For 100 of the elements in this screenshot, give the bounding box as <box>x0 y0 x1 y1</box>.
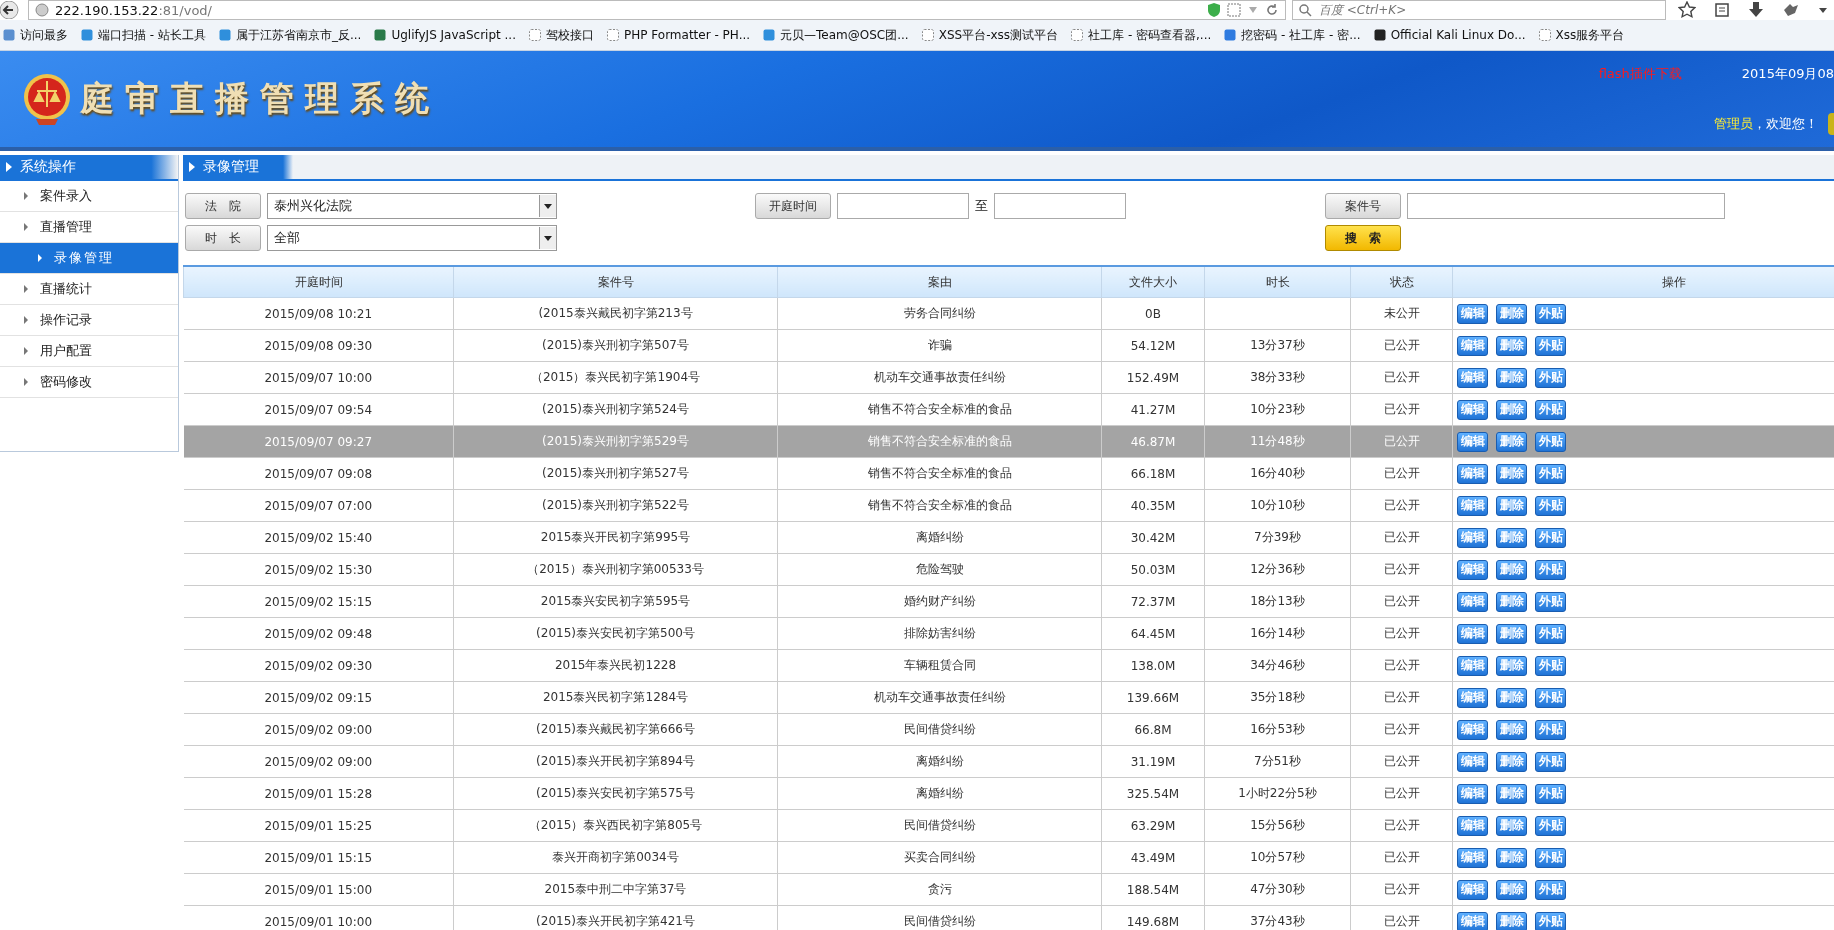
delete-button[interactable]: 删除 <box>1496 815 1527 836</box>
embed-button[interactable]: 外贴 <box>1535 303 1566 324</box>
edit-button[interactable]: 编辑 <box>1457 623 1488 644</box>
edit-button[interactable]: 编辑 <box>1457 463 1488 484</box>
bookmark-link[interactable]: UglifyJS JavaScript ... <box>373 28 516 42</box>
edit-button[interactable]: 编辑 <box>1457 559 1488 580</box>
bookmark-link[interactable]: Xss服务平台 <box>1537 26 1625 44</box>
edit-button[interactable]: 编辑 <box>1457 687 1488 708</box>
edit-button[interactable]: 编辑 <box>1457 431 1488 452</box>
column-header[interactable]: 文件大小 <box>1101 266 1205 298</box>
bookmark-link[interactable]: 端口扫描 - 站长工具 <box>80 26 206 44</box>
edit-button[interactable]: 编辑 <box>1457 911 1488 930</box>
bookmark-link[interactable]: 挖密码 - 社工库 - 密... <box>1223 26 1361 44</box>
edit-button[interactable]: 编辑 <box>1457 847 1488 868</box>
court-label-button[interactable]: 法 院 <box>185 193 261 219</box>
edit-button[interactable]: 编辑 <box>1457 879 1488 900</box>
bookmark-link[interactable]: XSS平台-xss测试平台 <box>920 26 1059 44</box>
delete-button[interactable]: 删除 <box>1496 431 1527 452</box>
bookmark-link[interactable]: 元贝—Team@OSC团... <box>762 26 909 44</box>
end-date-field[interactable] <box>994 193 1126 219</box>
edit-button[interactable]: 编辑 <box>1457 751 1488 772</box>
duration-label-button[interactable]: 时 长 <box>185 225 261 251</box>
delete-button[interactable]: 删除 <box>1496 655 1527 676</box>
back-icon[interactable] <box>0 1 22 19</box>
embed-button[interactable]: 外贴 <box>1535 655 1566 676</box>
reading-list-icon[interactable] <box>1714 2 1730 18</box>
reload-icon[interactable] <box>1265 3 1279 17</box>
table-row[interactable]: 2015/09/01 15:28 (2015)泰兴安民初字第575号 离婚纠纷 325.54M 1小时22分5秒 已公开 编辑 删除 外贴 <box>183 777 1834 810</box>
sidebar-item[interactable]: 案件录入 <box>0 181 178 212</box>
delete-button[interactable]: 删除 <box>1496 303 1527 324</box>
embed-button[interactable]: 外贴 <box>1535 463 1566 484</box>
star-icon[interactable] <box>1678 1 1696 19</box>
shield-icon[interactable] <box>1207 2 1221 18</box>
edit-button[interactable]: 编辑 <box>1457 783 1488 804</box>
table-row[interactable]: 2015/09/02 09:30 2015年泰兴民初1228 车辆租赁合同 138.0M 34分46秒 已公开 编辑 删除 外贴 <box>183 649 1834 682</box>
column-header[interactable]: 操作 <box>1452 266 1834 298</box>
search-button[interactable]: 搜 索 <box>1325 225 1401 251</box>
embed-button[interactable]: 外贴 <box>1535 559 1566 580</box>
embed-button[interactable]: 外贴 <box>1535 495 1566 516</box>
sidebar-item[interactable]: 操作记录 <box>0 305 178 336</box>
edit-button[interactable]: 编辑 <box>1457 303 1488 324</box>
sidebar-item[interactable]: 直播统计 <box>0 274 178 305</box>
search-field[interactable]: 百度 <Ctrl+K> <box>1292 0 1666 20</box>
table-row[interactable]: 2015/09/01 15:00 2015泰中刑二中字第37号 贪污 188.54M 47分30秒 已公开 编辑 删除 外贴 <box>183 873 1834 906</box>
edit-button[interactable]: 编辑 <box>1457 527 1488 548</box>
bookmark-link[interactable]: PHP Formatter - PH... <box>606 28 751 42</box>
embed-button[interactable]: 外贴 <box>1535 815 1566 836</box>
embed-button[interactable]: 外贴 <box>1535 335 1566 356</box>
delete-button[interactable]: 删除 <box>1496 847 1527 868</box>
sidebar-item[interactable]: 用户配置 <box>0 336 178 367</box>
edit-button[interactable]: 编辑 <box>1457 591 1488 612</box>
dropdown-arrow-icon[interactable] <box>539 195 556 217</box>
table-row[interactable]: 2015/09/02 15:40 2015泰兴开民初字第995号 离婚纠纷 30.42M 7分39秒 已公开 编辑 删除 外贴 <box>183 521 1834 554</box>
edit-button[interactable]: 编辑 <box>1457 399 1488 420</box>
embed-button[interactable]: 外贴 <box>1535 623 1566 644</box>
embed-button[interactable]: 外贴 <box>1535 719 1566 740</box>
address-field[interactable]: 222.190.153.22:81/vod/ <box>28 0 1286 20</box>
table-row[interactable]: 2015/09/07 09:08 (2015)泰兴刑初字第527号 销售不符合安全标准的食品 66.18M 16分40秒 已公开 编辑 删除 外贴 <box>183 457 1834 490</box>
table-row[interactable]: 2015/09/02 09:00 (2015)泰兴戴民初字第666号 民间借贷纠纷 66.8M 16分53秒 已公开 编辑 删除 外贴 <box>183 713 1834 746</box>
delete-button[interactable]: 删除 <box>1496 495 1527 516</box>
bookmark-link[interactable]: 社工库 - 密码查看器,... <box>1070 26 1212 44</box>
start-date-field[interactable] <box>837 193 969 219</box>
delete-button[interactable]: 删除 <box>1496 911 1527 930</box>
column-header[interactable]: 开庭时间 <box>183 266 454 298</box>
embed-button[interactable]: 外贴 <box>1535 847 1566 868</box>
embed-button[interactable]: 外贴 <box>1535 367 1566 388</box>
embed-button[interactable]: 外贴 <box>1535 911 1566 930</box>
delete-button[interactable]: 删除 <box>1496 527 1527 548</box>
table-row[interactable]: 2015/09/02 15:15 2015泰兴安民初字第595号 婚约财产纠纷 72.37M 18分13秒 已公开 编辑 删除 外贴 <box>183 585 1834 618</box>
delete-button[interactable]: 删除 <box>1496 335 1527 356</box>
embed-button[interactable]: 外贴 <box>1535 783 1566 804</box>
table-row[interactable]: 2015/09/08 10:21 (2015泰兴戴民初字第213号 劳务合同纠纷 0B 未公开 编辑 删除 外贴 <box>183 297 1834 330</box>
table-row[interactable]: 2015/09/01 15:25 （2015）泰兴西民初字第805号 民间借贷纠纷 63.29M 15分56秒 已公开 编辑 删除 外贴 <box>183 809 1834 842</box>
embed-button[interactable]: 外贴 <box>1535 527 1566 548</box>
embed-button[interactable]: 外贴 <box>1535 751 1566 772</box>
embed-button[interactable]: 外贴 <box>1535 431 1566 452</box>
column-header[interactable]: 时长 <box>1204 266 1351 298</box>
table-row[interactable]: 2015/09/07 07:00 (2015)泰兴刑初字第522号 销售不符合安全标准的食品 40.35M 10分10秒 已公开 编辑 删除 外贴 <box>183 489 1834 522</box>
edit-button[interactable]: 编辑 <box>1457 495 1488 516</box>
delete-button[interactable]: 删除 <box>1496 463 1527 484</box>
delete-button[interactable]: 删除 <box>1496 751 1527 772</box>
delete-button[interactable]: 删除 <box>1496 591 1527 612</box>
bookmark-link[interactable]: 驾校接口 <box>528 26 594 44</box>
edit-button[interactable]: 编辑 <box>1457 335 1488 356</box>
embed-button[interactable]: 外贴 <box>1535 879 1566 900</box>
edit-button[interactable]: 编辑 <box>1457 655 1488 676</box>
edit-button[interactable]: 编辑 <box>1457 719 1488 740</box>
delete-button[interactable]: 删除 <box>1496 687 1527 708</box>
table-row[interactable]: 2015/09/01 15:15 泰兴开商初字第0034号 买卖合同纠纷 43.49M 10分57秒 已公开 编辑 删除 外贴 <box>183 841 1834 874</box>
table-row[interactable]: 2015/09/07 09:54 (2015)泰兴刑初字第524号 销售不符合安全标准的食品 41.27M 10分23秒 已公开 编辑 删除 外贴 <box>183 393 1834 426</box>
sidebar-item[interactable]: 密码修改 <box>0 367 178 398</box>
duration-select[interactable]: 全部 <box>267 225 557 251</box>
table-row[interactable]: 2015/09/07 09:27 (2015)泰兴刑初字第529号 销售不符合安全标准的食品 46.87M 11分48秒 已公开 编辑 删除 外贴 <box>183 425 1834 458</box>
table-row[interactable]: 2015/09/02 09:00 (2015)泰兴开民初字第894号 离婚纠纷 31.19M 7分51秒 已公开 编辑 删除 外贴 <box>183 745 1834 778</box>
bookmark-link[interactable]: Official Kali Linux Do... <box>1372 28 1526 42</box>
delete-button[interactable]: 删除 <box>1496 783 1527 804</box>
delete-button[interactable]: 删除 <box>1496 623 1527 644</box>
edit-button[interactable]: 编辑 <box>1457 815 1488 836</box>
delete-button[interactable]: 删除 <box>1496 879 1527 900</box>
hearing-time-button[interactable]: 开庭时间 <box>755 193 831 219</box>
